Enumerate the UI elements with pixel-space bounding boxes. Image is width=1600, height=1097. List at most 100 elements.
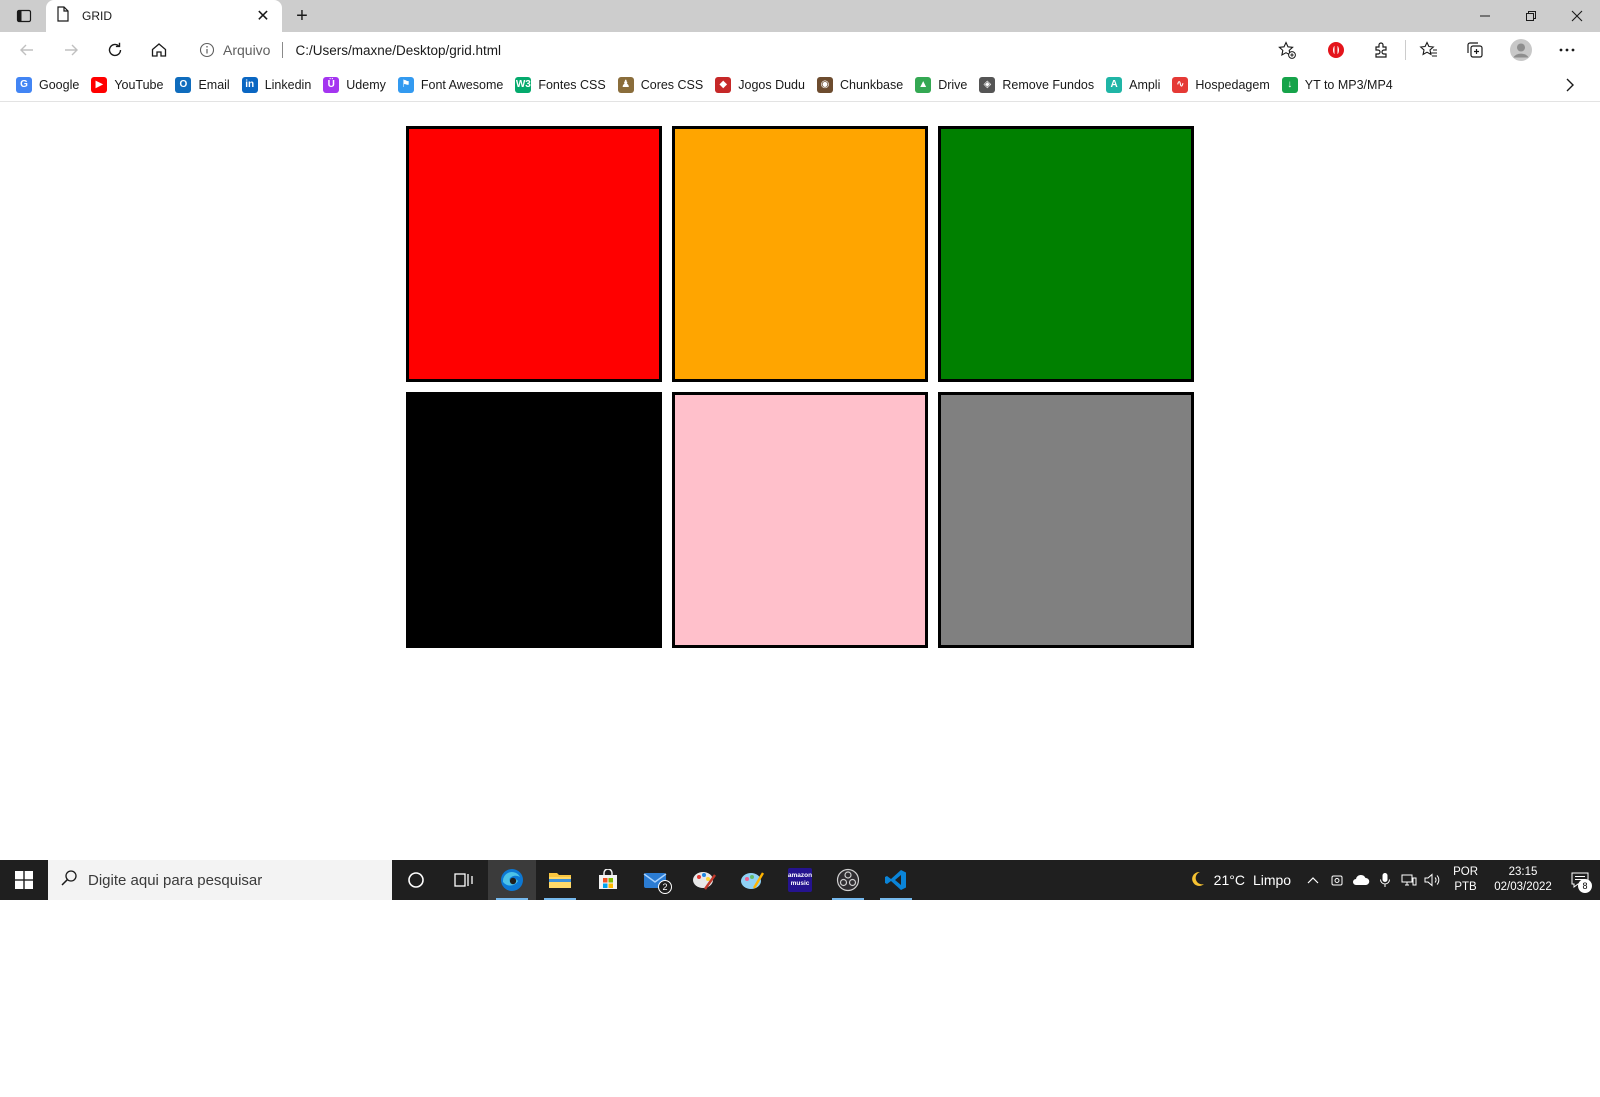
paint-icon: ♟ [617,76,634,93]
bookmark-label: YouTube [114,77,164,92]
udemy-icon: Ü [323,76,340,93]
refresh-button[interactable] [98,35,132,65]
hosting-icon: ∿ [1172,76,1189,93]
bookmark-label: Email [198,77,230,92]
address-bar[interactable]: Arquivo C:/Users/maxne/Desktop/grid.html [187,34,1309,66]
edge-taskbar-icon[interactable] [488,860,536,900]
chevron-up-icon[interactable] [1301,860,1325,900]
home-button[interactable] [142,35,176,65]
weather-temperature: 21°C [1213,872,1245,888]
favorites-icon[interactable] [1406,34,1452,66]
bookmark-drive[interactable]: ▲ Drive [911,71,975,99]
bookmark-label: Chunkbase [839,77,904,92]
collections-icon[interactable] [1452,34,1498,66]
game-icon: ◆ [715,76,732,93]
add-favorite-icon[interactable] [1277,40,1297,60]
microphone-icon[interactable] [1373,860,1397,900]
search-placeholder: Digite aqui para pesquisar [88,871,263,889]
bookmark-google[interactable]: G Google [12,71,87,99]
bookmark-udemy[interactable]: Ü Udemy [319,71,394,99]
google-icon: G [16,76,32,93]
bookmark-linkedin[interactable]: in Linkedin [238,71,320,99]
url-text[interactable]: C:/Users/maxne/Desktop/grid.html [295,43,1277,58]
more-options-icon[interactable] [1544,34,1590,66]
network-icon[interactable] [1397,860,1421,900]
start-button[interactable] [0,860,48,900]
tab-actions-icon[interactable] [8,4,40,28]
obs-studio-icon[interactable] [824,860,872,900]
paint-3d-icon[interactable] [728,860,776,900]
tab-grid[interactable]: GRID ✕ [46,0,282,32]
bookmark-label: YT to MP3/MP4 [1304,77,1393,92]
page-viewport [0,103,1600,860]
page-icon [56,5,70,27]
mail-icon[interactable]: 2 [632,860,680,900]
notification-count: 8 [1578,879,1592,893]
restore-button[interactable] [1508,0,1554,32]
task-view-button[interactable] [440,860,488,900]
bookmark-label: Google [39,77,80,92]
bookmark-chunkbase[interactable]: ◉ Chunkbase [813,71,911,99]
weather-widget[interactable]: 21°C Limpo [1188,870,1291,891]
bookmark-hospedagem[interactable]: ∿ Hospedagem [1168,71,1277,99]
w3schools-icon: W3 [515,76,532,93]
grid-cell-orange [672,126,928,382]
grid-cell-black [406,392,662,648]
opera-extension-icon[interactable] [1313,34,1359,66]
origin-label: Arquivo [223,42,271,58]
extensions-icon[interactable] [1359,34,1405,66]
tab-close-icon[interactable]: ✕ [254,6,272,26]
notification-center-icon[interactable]: 8 [1560,860,1600,900]
drive-icon: ▲ [915,76,932,93]
bookmark-label: Remove Fundos [1002,77,1095,92]
onedrive-icon[interactable] [1349,860,1373,900]
file-explorer-icon[interactable] [536,860,584,900]
bookmarks-bar: G Google ▶ YouTube O Email in Linkedin Ü Udem… [0,68,1600,102]
new-tab-button[interactable]: + [288,4,316,28]
bookmark-fontes-css[interactable]: W3 Fontes CSS [511,71,613,99]
back-button[interactable] [10,35,44,65]
keyboard-layout: PTB [1454,881,1477,893]
microsoft-store-icon[interactable] [584,860,632,900]
bookmark-cores-css[interactable]: ♟ Cores CSS [614,71,712,99]
forward-button[interactable] [54,35,88,65]
minimize-button[interactable] [1462,0,1508,32]
toolbar-actions [1313,32,1590,68]
bookmark-label: Udemy [346,77,386,92]
bookmark-remove-fundos[interactable]: ◈ Remove Fundos [975,71,1102,99]
bookmark-label: Linkedin [264,77,312,92]
bookmark-label: Jogos Dudu [738,77,805,92]
language-indicator[interactable]: POR PTB [1453,865,1478,895]
info-icon[interactable] [199,42,215,58]
close-window-button[interactable] [1554,0,1600,32]
system-tray: 21°C Limpo POR PTB 23:15 02/03/2022 8 [1188,860,1600,900]
chevron-right-icon[interactable] [1558,74,1582,96]
clock[interactable]: 23:15 02/03/2022 [1486,865,1560,895]
bookmark-label: Hospedagem [1195,77,1270,92]
title-bar: GRID ✕ + [0,0,1600,32]
grid-cell-green [938,126,1194,382]
bookmark-label: Fontes CSS [538,77,606,92]
bookmark-font-awesome[interactable]: ⚑ Font Awesome [394,71,511,99]
windows-taskbar: Digite aqui para pesquisar 2 amazon musi… [0,860,1600,900]
cortana-button[interactable] [392,860,440,900]
bookmark-youtube[interactable]: ▶ YouTube [87,71,171,99]
volume-icon[interactable] [1421,860,1445,900]
weather-condition: Limpo [1252,872,1292,888]
window-controls [1462,0,1600,32]
color-grid [406,126,1194,648]
bookmark-yt-to-mp3[interactable]: ↓ YT to MP3/MP4 [1278,71,1401,99]
taskbar-search[interactable]: Digite aqui para pesquisar [48,860,392,900]
grid-cell-red [406,126,662,382]
bookmark-email[interactable]: O Email [171,71,237,99]
grid-cell-gray [938,392,1194,648]
amazon-music-icon[interactable]: amazon music [776,860,824,900]
paint-app-icon[interactable] [680,860,728,900]
mail-badge: 2 [658,880,672,894]
bookmark-ampli[interactable]: A Ampli [1102,71,1168,99]
bookmark-jogos-dudu[interactable]: ◆ Jogos Dudu [711,71,813,99]
navigation-toolbar: Arquivo C:/Users/maxne/Desktop/grid.html [0,32,1600,68]
vscode-icon[interactable] [872,860,920,900]
profile-avatar[interactable] [1498,34,1544,66]
camera-icon[interactable] [1325,860,1349,900]
